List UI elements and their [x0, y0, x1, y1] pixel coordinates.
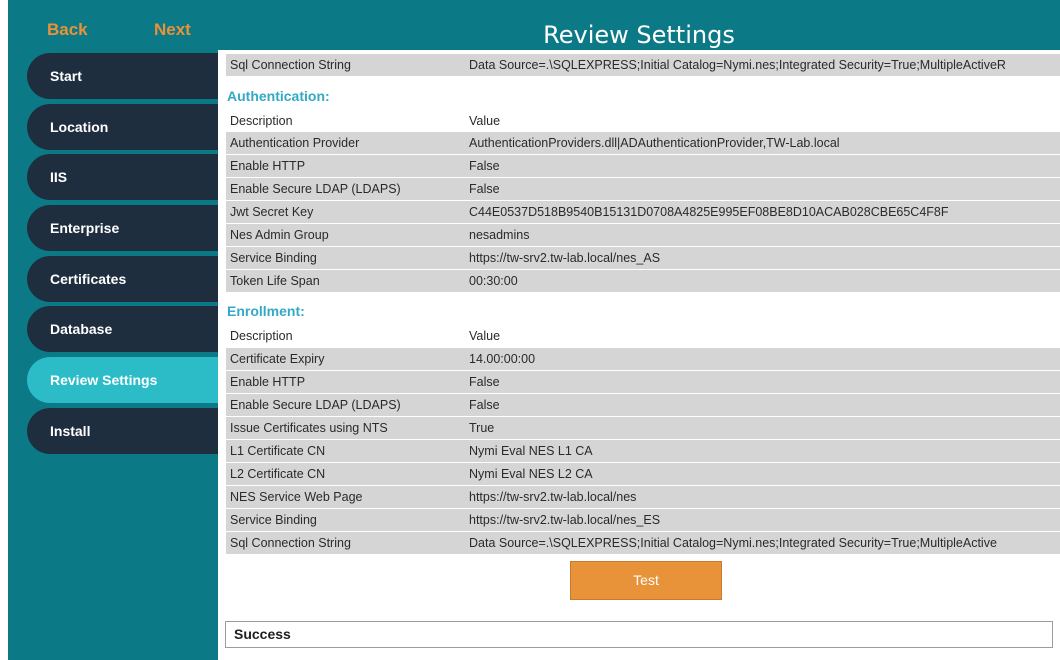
table-row: Authentication Provider AuthenticationPr…	[226, 132, 1060, 154]
row-description: Certificate Expiry	[230, 352, 325, 366]
row-value: AuthenticationProviders.dll|ADAuthentica…	[469, 136, 840, 150]
sidebar-item-label: Start	[50, 68, 82, 84]
table-row: L2 Certificate CN Nymi Eval NES L2 CA	[226, 463, 1060, 485]
row-value: Data Source=.\SQLEXPRESS;Initial Catalog…	[469, 58, 1006, 72]
row-description: Issue Certificates using NTS	[230, 421, 388, 435]
sidebar-item-iis[interactable]: IIS	[27, 154, 226, 200]
row-description: Enable Secure LDAP (LDAPS)	[230, 398, 401, 412]
row-value: True	[469, 421, 495, 435]
sidebar-item-label: Review Settings	[50, 372, 158, 388]
row-value: 14.00:00:00	[469, 352, 536, 366]
row-value: nesadmins	[469, 228, 530, 242]
window-border	[0, 0, 8, 660]
table-row: Enable HTTP False	[226, 371, 1060, 393]
row-value: False	[469, 182, 500, 196]
table-row: Enable HTTP False	[226, 155, 1060, 177]
row-description: L2 Certificate CN	[230, 467, 326, 481]
row-description: Enable HTTP	[230, 159, 306, 173]
row-description: Sql Connection String	[230, 58, 351, 72]
column-header-value: Value	[469, 329, 501, 343]
row-description: Token Life Span	[230, 274, 320, 288]
column-header-value: Value	[469, 114, 501, 128]
column-header-description: Description	[230, 329, 293, 343]
table-row: Token Life Span 00:30:00	[226, 270, 1060, 292]
table-row: Sql Connection String Data Source=.\SQLE…	[226, 532, 1060, 554]
table-row: Service Binding https://tw-srv2.tw-lab.l…	[226, 247, 1060, 269]
sidebar-item-enterprise[interactable]: Enterprise	[27, 205, 226, 251]
row-description: Nes Admin Group	[230, 228, 329, 242]
sidebar-item-label: Enterprise	[50, 220, 120, 236]
table-row: Nes Admin Group nesadmins	[226, 224, 1060, 246]
sidebar-item-label: IIS	[50, 169, 68, 185]
section-title-enrollment: Enrollment:	[227, 303, 305, 319]
row-value: https://tw-srv2.tw-lab.local/nes	[469, 490, 637, 504]
sidebar-item-install[interactable]: Install	[27, 408, 226, 454]
sidebar-item-label: Location	[50, 119, 109, 135]
table-row: NES Service Web Page https://tw-srv2.tw-…	[226, 486, 1060, 508]
row-value: Nymi Eval NES L2 CA	[469, 467, 593, 481]
table-row: Service Binding https://tw-srv2.tw-lab.l…	[226, 509, 1060, 531]
settings-review-panel[interactable]: Sql Connection String Data Source=.\SQLE…	[218, 50, 1060, 660]
column-header-description: Description	[230, 114, 293, 128]
section-title-authentication: Authentication:	[227, 88, 330, 104]
row-description: L1 Certificate CN	[230, 444, 326, 458]
page-title: Review Settings	[543, 21, 735, 49]
row-value: False	[469, 375, 500, 389]
status-output: Success	[225, 621, 1053, 648]
row-description: Jwt Secret Key	[230, 205, 314, 219]
sidebar-item-review-settings[interactable]: Review Settings	[27, 357, 226, 403]
row-value: False	[469, 159, 500, 173]
sidebar-item-start[interactable]: Start	[27, 53, 226, 99]
row-description: Sql Connection String	[230, 536, 351, 550]
sidebar: Back Next Start Location IIS Enterprise …	[8, 0, 226, 660]
test-button[interactable]: Test	[570, 561, 722, 600]
table-row: Sql Connection String Data Source=.\SQLE…	[226, 54, 1060, 76]
sidebar-item-label: Database	[50, 321, 113, 337]
row-description: Service Binding	[230, 513, 317, 527]
sidebar-item-location[interactable]: Location	[27, 104, 226, 150]
installer-window: Back Next Start Location IIS Enterprise …	[0, 0, 1060, 660]
row-value: Data Source=.\SQLEXPRESS;Initial Catalog…	[469, 536, 997, 550]
row-value: C44E0537D518B9540B15131D0708A4825E995EF0…	[469, 205, 949, 219]
next-button[interactable]: Next	[154, 20, 191, 40]
row-description: Enable Secure LDAP (LDAPS)	[230, 182, 401, 196]
sidebar-item-label: Install	[50, 423, 91, 439]
table-row: Jwt Secret Key C44E0537D518B9540B15131D0…	[226, 201, 1060, 223]
header: Review Settings	[218, 0, 1060, 50]
table-row: Enable Secure LDAP (LDAPS) False	[226, 394, 1060, 416]
sidebar-item-database[interactable]: Database	[27, 306, 226, 352]
row-value: https://tw-srv2.tw-lab.local/nes_ES	[469, 513, 661, 527]
row-value: https://tw-srv2.tw-lab.local/nes_AS	[469, 251, 661, 265]
table-row: Certificate Expiry 14.00:00:00	[226, 348, 1060, 370]
row-description: Enable HTTP	[230, 375, 306, 389]
table-row: L1 Certificate CN Nymi Eval NES L1 CA	[226, 440, 1060, 462]
table-row: Enable Secure LDAP (LDAPS) False	[226, 178, 1060, 200]
table-row: Issue Certificates using NTS True	[226, 417, 1060, 439]
row-description: Service Binding	[230, 251, 317, 265]
table-header: Description Value	[226, 110, 1060, 132]
row-description: NES Service Web Page	[230, 490, 363, 504]
row-value: Nymi Eval NES L1 CA	[469, 444, 593, 458]
row-description: Authentication Provider	[230, 136, 360, 150]
table-header: Description Value	[226, 325, 1060, 347]
sidebar-item-label: Certificates	[50, 271, 127, 287]
back-button[interactable]: Back	[47, 20, 88, 40]
row-value: False	[469, 398, 500, 412]
sidebar-item-certificates[interactable]: Certificates	[27, 256, 226, 302]
row-value: 00:30:00	[469, 274, 518, 288]
